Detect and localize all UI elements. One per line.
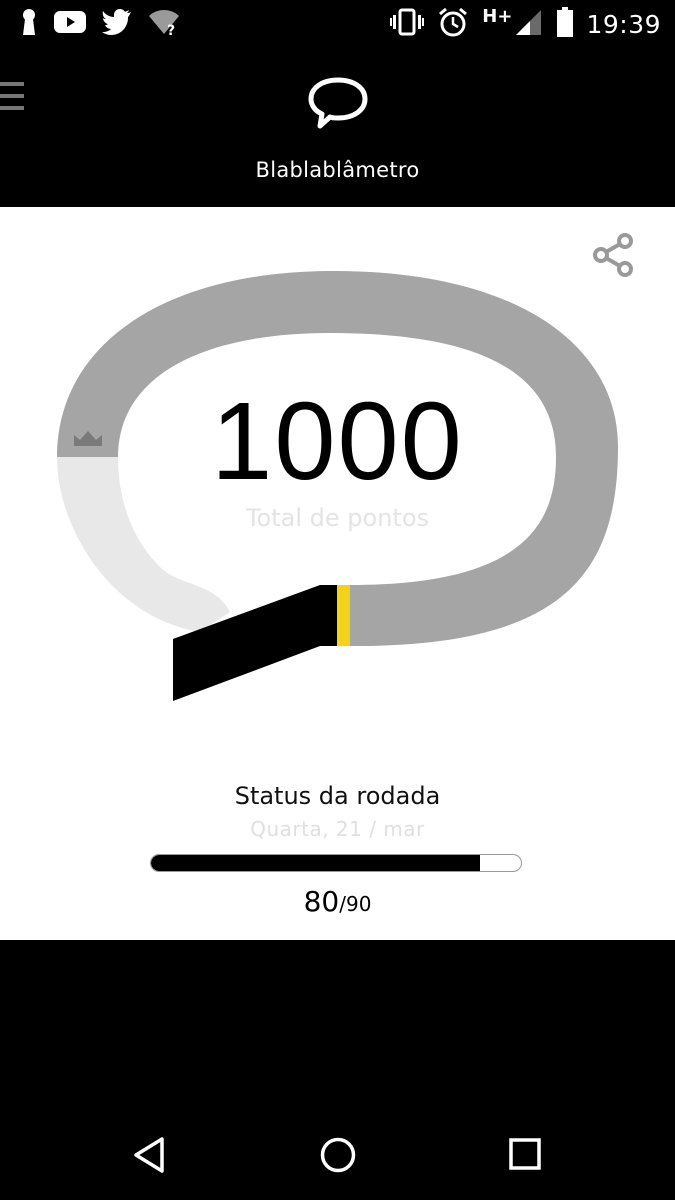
round-progress-separator: / [339, 892, 346, 916]
signal-icon [514, 8, 542, 40]
wifi-unknown-icon: ? [148, 8, 180, 40]
battery-icon [556, 7, 574, 41]
share-icon[interactable] [591, 231, 639, 283]
speech-bubble-icon [306, 76, 370, 134]
status-bar: ? H+ 19:39 [0, 0, 675, 48]
page-title: Blablablâmetro [255, 158, 420, 182]
network-type: H+ [482, 5, 513, 27]
back-icon[interactable] [132, 1136, 168, 1178]
menu-icon[interactable] [0, 82, 24, 112]
total-points-value: 1000 [211, 380, 464, 503]
alarm-icon [438, 7, 468, 41]
twitter-icon [102, 9, 132, 39]
round-progress-current: 80 [303, 885, 340, 918]
round-progress-total: 90 [345, 892, 372, 916]
round-progress-bar [150, 854, 522, 872]
navigation-bar [0, 1110, 675, 1200]
app-screen: ? H+ 19:39 Blablablâmetro 1000 Total de … [0, 0, 675, 1200]
recents-icon[interactable] [508, 1136, 542, 1176]
svg-text:?: ? [167, 23, 175, 36]
round-progress-text: 80/90 [0, 885, 675, 918]
meter-card: 1000 Total de pontos Status da rodada Qu… [0, 207, 675, 940]
total-points-label: Total de pontos [245, 504, 430, 532]
notification-icons: ? [20, 6, 196, 42]
keyhole-icon [20, 8, 38, 40]
system-icons: H+ 19:39 [376, 6, 661, 42]
youtube-icon [54, 10, 86, 38]
home-icon[interactable] [319, 1136, 357, 1178]
vibrate-icon [390, 8, 425, 40]
round-status-title: Status da rodada [234, 782, 441, 810]
app-header: Blablablâmetro [0, 48, 675, 207]
round-progress-fill [151, 855, 480, 871]
clock: 19:39 [586, 9, 661, 39]
meter-current-marker [337, 585, 350, 646]
round-status-date: Quarta, 21 / mar [250, 817, 425, 841]
